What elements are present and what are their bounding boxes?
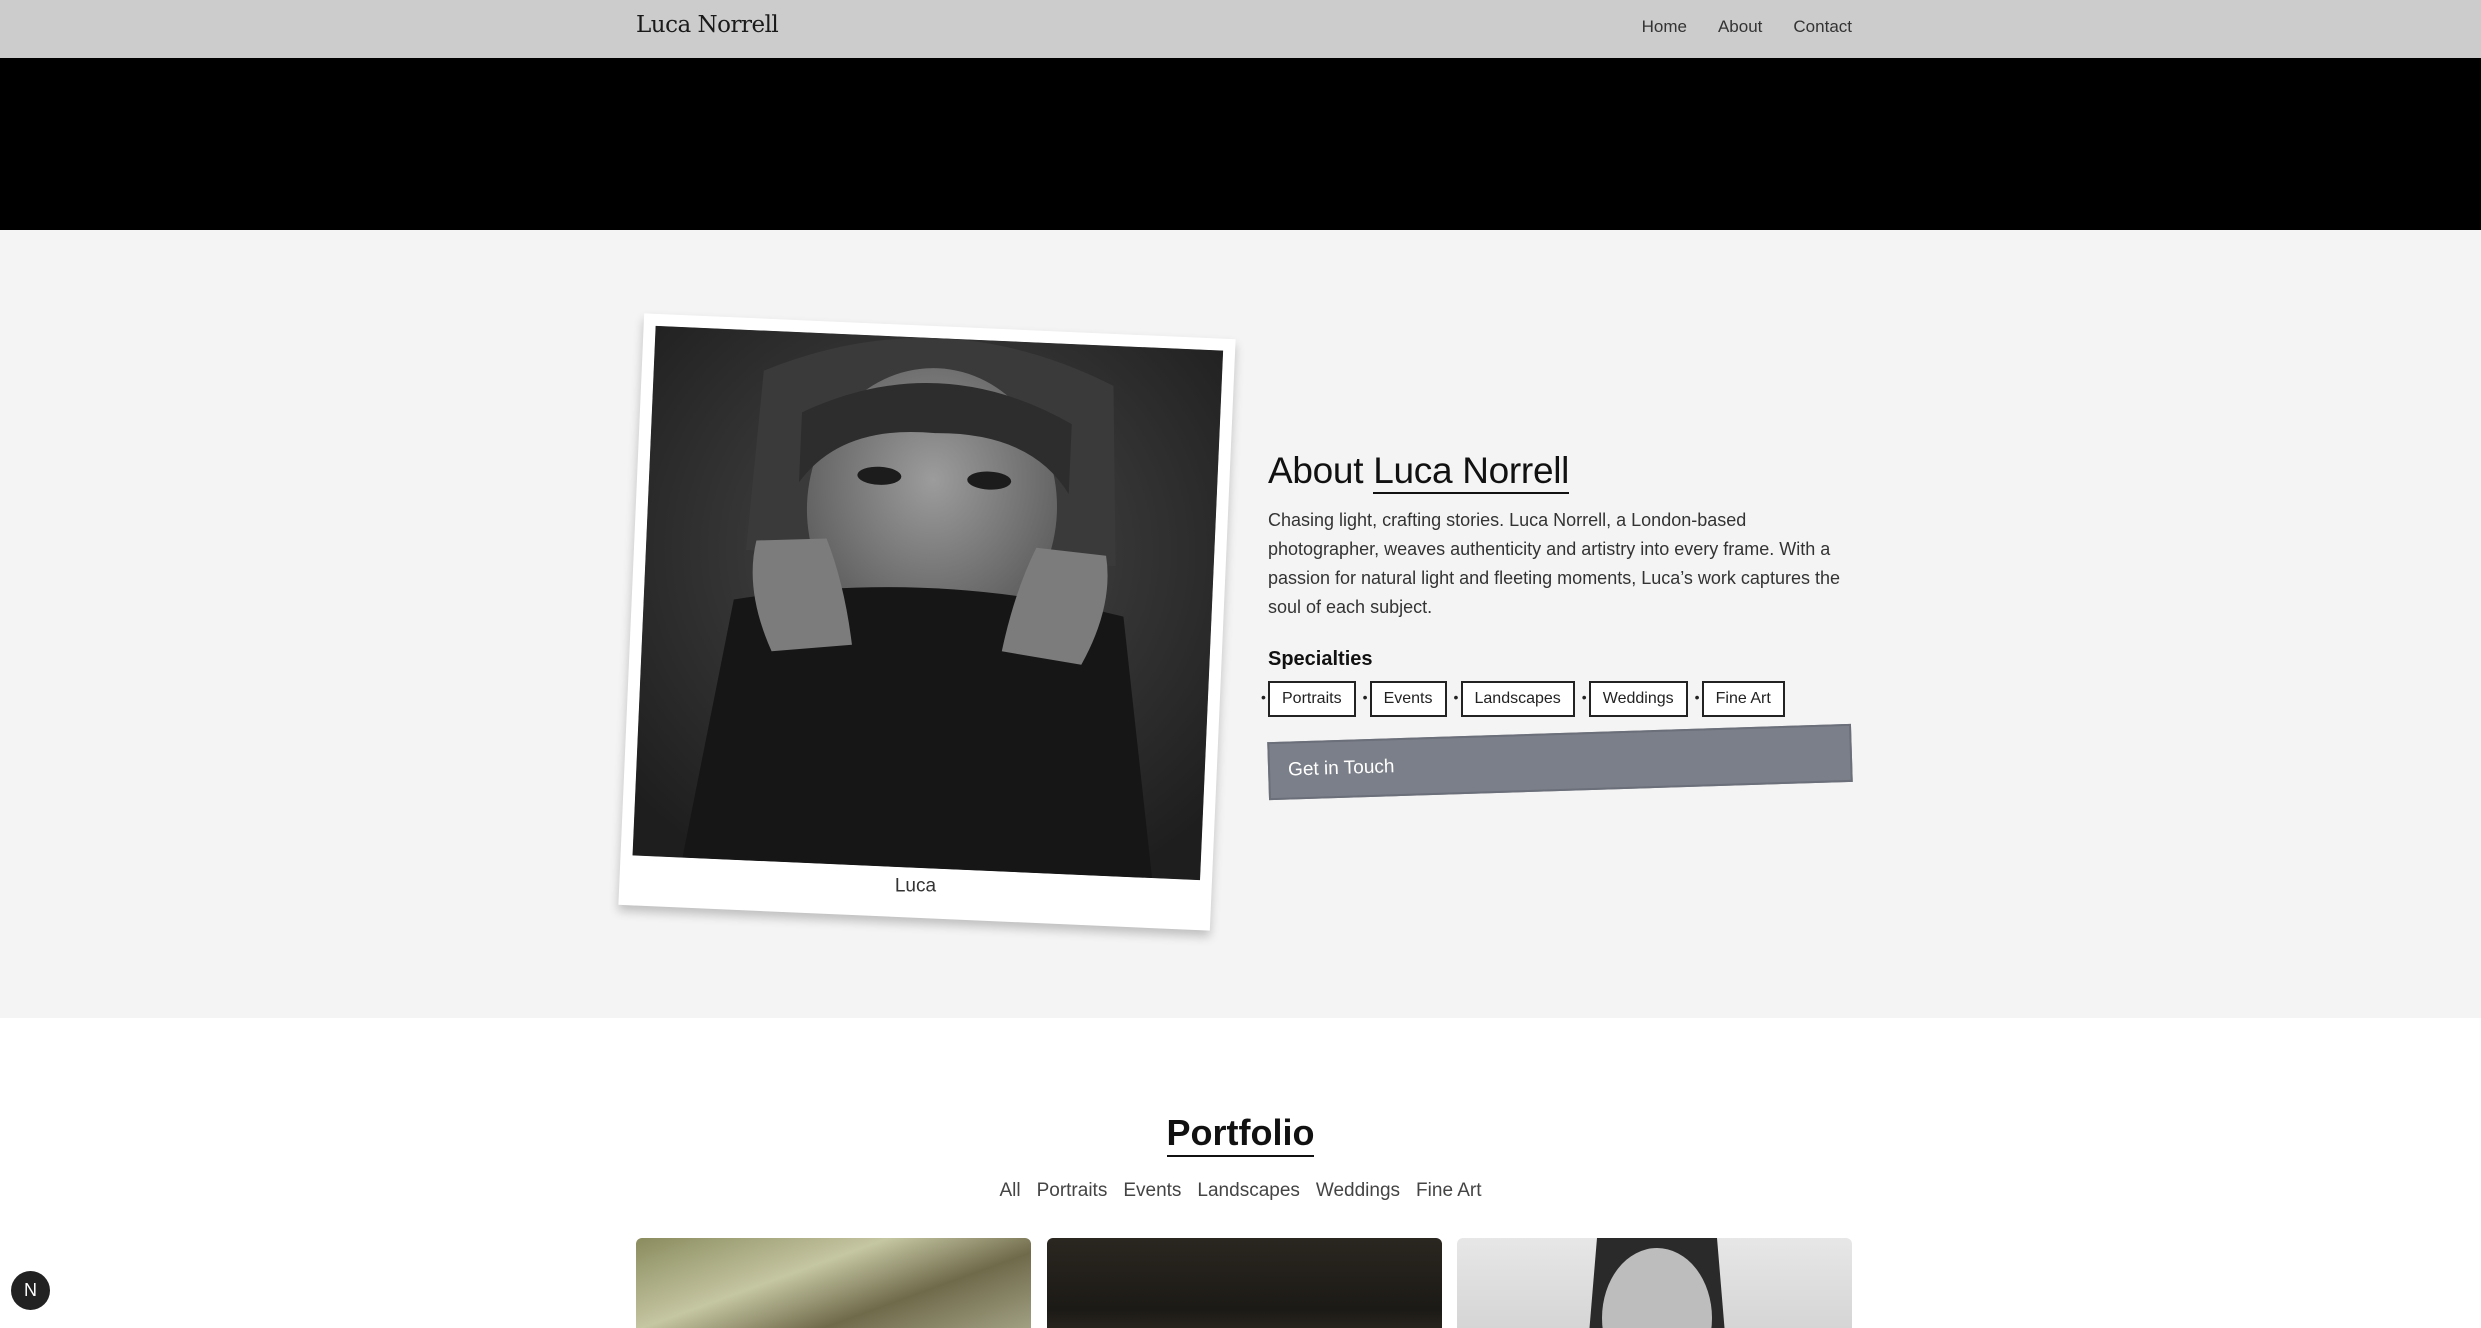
specialties-list: Portraits Events Landscapes Weddings Fin… — [1261, 681, 1852, 717]
site-brand[interactable]: Luca Norrell — [636, 12, 779, 38]
filter-fine-art[interactable]: Fine Art — [1416, 1180, 1481, 1202]
about-description: Chasing light, crafting stories. Luca No… — [1268, 510, 1840, 617]
portrait-thumbnail-illustration — [1589, 1238, 1725, 1328]
portrait-illustration — [632, 325, 1224, 881]
next-logo-icon[interactable]: N — [11, 1271, 50, 1310]
top-navbar: Luca Norrell Home About Contact — [0, 0, 2481, 58]
polaroid-photo: Luca — [618, 313, 1236, 931]
nav-link-about[interactable]: About — [1718, 17, 1762, 37]
portfolio-heading: Portfolio — [0, 1112, 2481, 1157]
portfolio-thumbnail[interactable] — [1457, 1238, 1852, 1328]
nav-link-home[interactable]: Home — [1642, 17, 1687, 37]
specialty-tag: Portraits — [1261, 681, 1356, 717]
portfolio-thumbnail[interactable] — [636, 1238, 1031, 1328]
portrait-photo — [632, 325, 1224, 881]
about-heading-prefix: About — [1268, 450, 1364, 491]
specialty-tag: Weddings — [1582, 681, 1688, 717]
nav-links: Home About Contact — [1642, 17, 1852, 37]
about-heading-name: Luca Norrell — [1373, 450, 1569, 494]
photo-caption: Luca — [894, 875, 937, 897]
specialty-tag: Fine Art — [1695, 681, 1785, 717]
filter-weddings[interactable]: Weddings — [1316, 1180, 1400, 1202]
specialties-heading: Specialties — [1268, 648, 1373, 670]
get-in-touch-button[interactable]: Get in Touch — [1267, 723, 1853, 801]
filter-all[interactable]: All — [999, 1180, 1020, 1202]
filter-landscapes[interactable]: Landscapes — [1197, 1180, 1299, 1202]
specialty-tag: Events — [1363, 681, 1447, 717]
portfolio-heading-text: Portfolio — [1166, 1112, 1315, 1157]
about-section — [0, 230, 2481, 1018]
filter-portraits[interactable]: Portraits — [1037, 1180, 1108, 1202]
portfolio-thumbnail[interactable] — [1047, 1238, 1442, 1328]
about-heading: About Luca Norrell — [1268, 450, 1852, 494]
hero-banner — [0, 58, 2481, 230]
portfolio-section: Portfolio All Portraits Events Landscape… — [0, 1018, 2481, 1328]
specialty-tag: Landscapes — [1453, 681, 1575, 717]
nav-link-contact[interactable]: Contact — [1793, 17, 1852, 37]
about-content: About Luca Norrell Chasing light, crafti… — [1261, 450, 1853, 801]
portfolio-filters: All Portraits Events Landscapes Weddings… — [0, 1180, 2481, 1202]
filter-events[interactable]: Events — [1123, 1180, 1181, 1202]
